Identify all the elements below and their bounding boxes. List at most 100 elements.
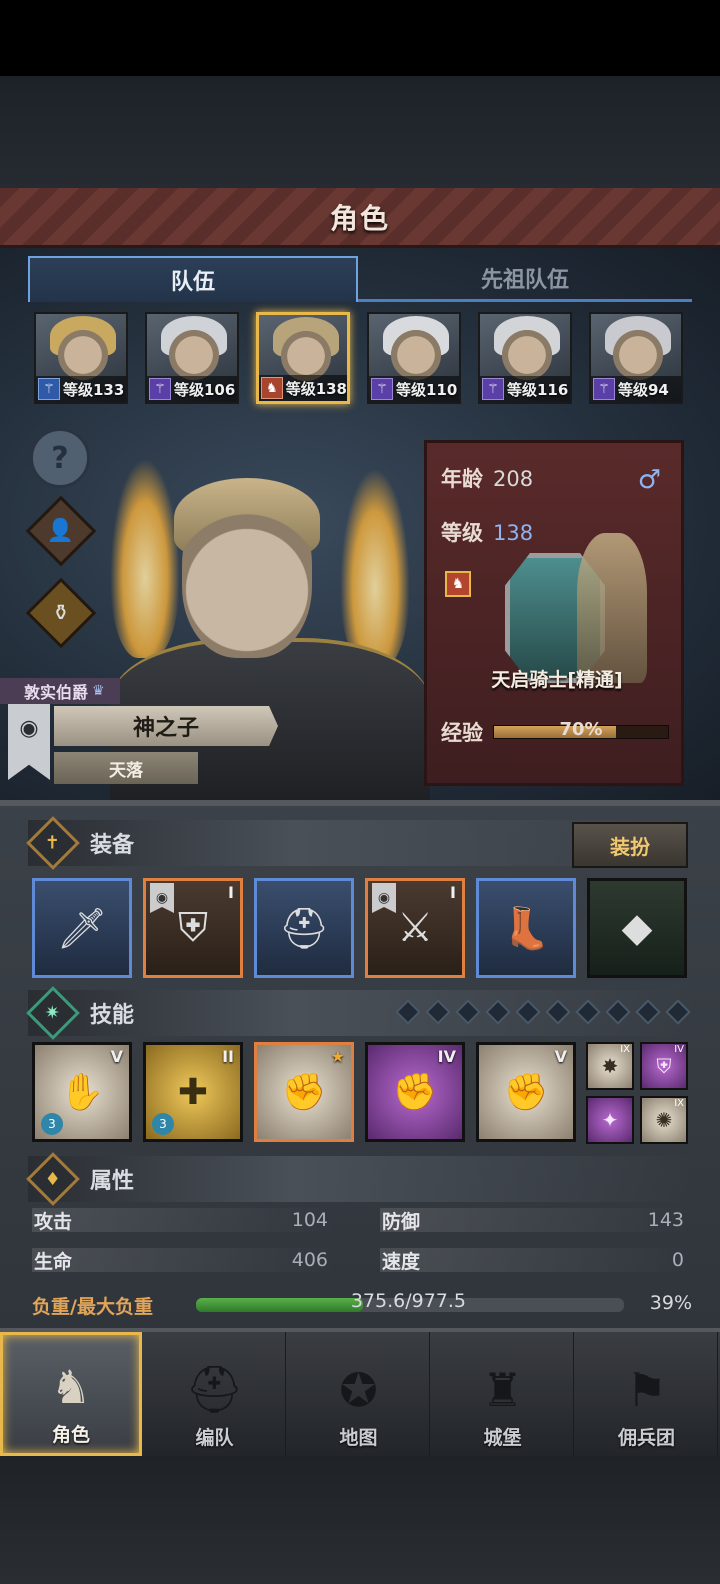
team-member-portrait[interactable]: ⚚ 等级106 — [145, 312, 239, 404]
nav-item-knight[interactable]: ♞ 角色 — [0, 1332, 142, 1456]
equipment-slot-armor[interactable]: ⚔ ◉ I — [365, 878, 465, 978]
team-member-portrait[interactable]: ⚚ 等级116 — [478, 312, 572, 404]
dress-up-button[interactable]: 装扮 — [572, 822, 688, 868]
stat-value: 104 — [291, 1209, 328, 1231]
skill-slot[interactable]: ✋ V 3 — [32, 1042, 132, 1142]
equipment-slot-mace[interactable]: 🗡 — [32, 878, 132, 978]
portrait-level-bar: ⚚ 等级106 — [147, 376, 237, 402]
portrait-level: 等级133 — [63, 380, 125, 399]
star-icon: ✷ — [26, 986, 80, 1040]
hero-name-plate[interactable]: 神之子 — [54, 706, 278, 746]
nav-item-helmet[interactable]: ⛑ 编队 — [144, 1332, 286, 1456]
passive-skill-slot[interactable]: ⛨ IV — [640, 1042, 688, 1090]
nav-item-castle[interactable]: ♜ 城堡 — [432, 1332, 574, 1456]
skill-rank: V — [110, 1047, 123, 1066]
stat-label: 生命 — [34, 1250, 73, 1273]
portrait-face — [613, 322, 663, 382]
class-icon: ⚚ — [149, 378, 171, 400]
portrait-level-bar: ⚚ 等级133 — [36, 376, 126, 402]
portrait-level-bar: ⚚ 等级116 — [480, 376, 570, 402]
bottom-nav: ♞ 角色 ⛑ 编队 ✪ 地图 ♜ 城堡 ⚑ 佣兵团 — [0, 1328, 720, 1456]
stat-defense: 防御 143 — [380, 1208, 692, 1233]
team-member-portrait[interactable]: ⚚ 等级133 — [34, 312, 128, 404]
team-portraits: ⚚ 等级133 ⚚ 等级106 ♞ 等级138 ⚚ 等级110 ⚚ 等级116 ⚚ 等级94 — [34, 312, 684, 408]
skill-point-diamond — [635, 999, 661, 1025]
emblem-icon: ◉ — [372, 883, 396, 913]
team-member-portrait[interactable]: ♞ 等级138 — [256, 312, 350, 404]
equipment-slot-boots[interactable]: 👢 — [476, 878, 576, 978]
skill-point-diamond — [455, 999, 481, 1025]
passive-skill-slot[interactable]: ✸ IX — [586, 1042, 634, 1090]
portrait-level: 等级138 — [285, 379, 347, 398]
page-title: 角色 — [329, 201, 390, 235]
skill-slot[interactable]: ✊ ★ — [254, 1042, 354, 1142]
helmet-icon: ⛑ — [278, 905, 330, 952]
level-row: 等级 138 — [441, 517, 533, 547]
class-icon: ⚚ — [371, 378, 393, 400]
page-header: 角色 — [0, 188, 720, 248]
question-icon: ? — [51, 440, 69, 476]
portrait-level-bar: ⚚ 等级110 — [369, 376, 459, 402]
potion-button[interactable]: ⚱ — [25, 577, 97, 649]
exp-label: 经验 — [441, 721, 483, 745]
character-panel: 队伍 先祖队伍 ⚚ 等级133 ⚚ 等级106 ♞ 等级138 ⚚ 等级110 ⚚ 等级116 ⚚ 等… — [0, 248, 720, 800]
potion-icon: ⚱ — [51, 600, 71, 626]
skill-slot[interactable]: ✊ IV — [365, 1042, 465, 1142]
skills-title: 技能 — [90, 1003, 135, 1028]
team-tabs: 队伍 先祖队伍 — [28, 256, 692, 302]
portrait-face — [58, 322, 108, 382]
stat-value: 0 — [671, 1249, 684, 1271]
help-button[interactable]: ? — [30, 428, 90, 488]
team-member-portrait[interactable]: ⚚ 等级94 — [589, 312, 683, 404]
age-value: 208 — [493, 467, 534, 491]
hero-subtitle: 天落 — [109, 760, 143, 781]
status-bar-area — [0, 0, 720, 76]
nav-label: 角色 — [51, 1424, 90, 1446]
equipment-slots: 🗡 ⛨ ◉ I ⛑ ⚔ ◉ I 👢 ◆ — [32, 878, 688, 980]
portrait-face — [502, 322, 552, 382]
stat-hp: 生命 406 — [32, 1248, 336, 1273]
skill-point-diamond — [395, 999, 421, 1025]
age-label: 年龄 — [441, 467, 483, 491]
portrait-face — [391, 322, 441, 382]
passive-skill-rank: IX — [674, 1098, 684, 1109]
portrait-level: 等级110 — [396, 380, 458, 399]
skill-icon: ✊ — [392, 1072, 438, 1113]
class-name: 天启骑士[精通] — [491, 669, 623, 691]
nav-item-compass[interactable]: ✪ 地图 — [288, 1332, 430, 1456]
skill-slot[interactable]: ✚ II 3 — [143, 1042, 243, 1142]
attributes-title: 属性 — [90, 1169, 135, 1194]
equipment-slot-shield[interactable]: ⛨ ◉ I — [143, 878, 243, 978]
skill-slot[interactable]: ✊ V — [476, 1042, 576, 1142]
tab-ancestor-team[interactable]: 先祖队伍 — [358, 256, 692, 302]
level-label: 等级 — [441, 521, 483, 545]
passive-skill-slot[interactable]: ✺ IX — [640, 1096, 688, 1144]
skill-slot-diamonds — [395, 999, 691, 1025]
compass-icon: ✪ — [339, 1363, 378, 1417]
skill-point-diamond — [605, 999, 631, 1025]
male-icon: ♂ — [637, 465, 661, 495]
wing-right — [340, 468, 410, 668]
hero-face — [182, 488, 312, 658]
tab-team[interactable]: 队伍 — [28, 256, 358, 302]
hero-name: 神之子 — [132, 716, 199, 741]
skill-count-badge: 3 — [41, 1113, 63, 1135]
attributes-header: ♦ 属性 — [26, 1152, 692, 1206]
level-value: 138 — [493, 521, 534, 545]
equipment-slot-crystal[interactable]: ◆ — [587, 878, 687, 978]
top-spacer — [0, 76, 720, 188]
team-member-portrait[interactable]: ⚚ 等级110 — [367, 312, 461, 404]
boots-icon: 👢 — [501, 905, 551, 952]
equipment-slot-helmet[interactable]: ⛑ — [254, 878, 354, 978]
class-icon: ⚚ — [482, 378, 504, 400]
cross-icon: ✝ — [26, 816, 80, 870]
class-icon: ⚚ — [38, 378, 60, 400]
appearance-button[interactable]: 👤 — [25, 495, 97, 567]
passive-skill-slot[interactable]: ✦ — [586, 1096, 634, 1144]
skill-point-diamond — [665, 999, 691, 1025]
passive-skill-icon: ✸ — [601, 1054, 619, 1078]
wing-left — [110, 458, 180, 658]
portrait-level-bar: ♞ 等级138 — [259, 375, 347, 401]
nav-item-banner[interactable]: ⚑ 佣兵团 — [576, 1332, 718, 1456]
class-knight-art — [577, 533, 647, 683]
